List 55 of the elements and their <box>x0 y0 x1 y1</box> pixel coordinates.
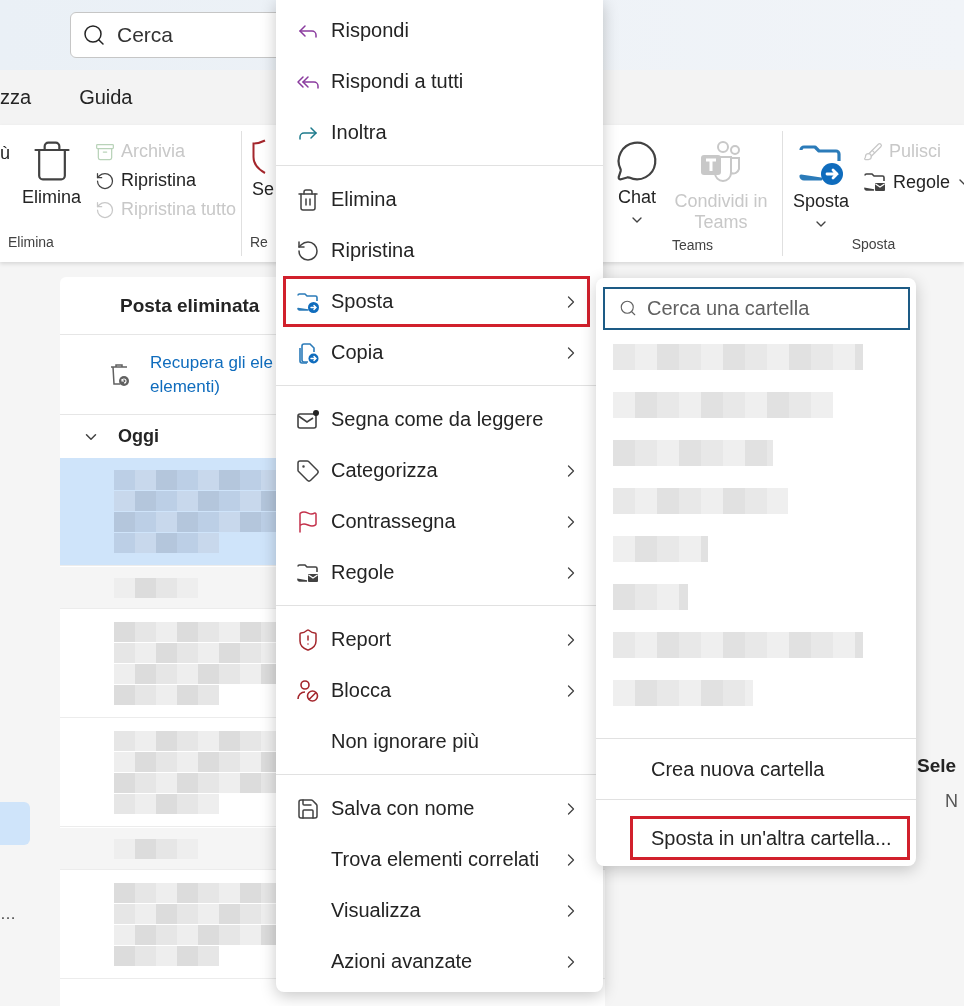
group-label: Sposta <box>850 236 897 254</box>
shield-icon <box>252 139 266 175</box>
menu-item[interactable]: Contrassegna <box>276 496 596 547</box>
archive-icon <box>95 141 116 162</box>
menu-item[interactable]: Sposta <box>283 276 590 327</box>
toolbar-button[interactable]: Regole <box>861 168 964 196</box>
ribbon-tab[interactable]: Guida <box>79 86 133 109</box>
trash-icon <box>296 187 320 212</box>
reading-pane-title: Sele <box>917 755 958 777</box>
ribbon-tab[interactable]: zza <box>0 86 32 109</box>
toolbar-button[interactable]: Se <box>250 135 277 234</box>
menu-item[interactable]: Trova elementi correlati <box>276 834 596 885</box>
recover-link[interactable]: Recupera gli ele elementi) <box>150 350 273 399</box>
recover-trash-icon <box>108 361 132 388</box>
toolbar-label: ù <box>0 143 10 165</box>
toolbar-button[interactable]: Ripristina <box>93 168 239 193</box>
toolbar-button[interactable]: Sposta <box>791 135 852 236</box>
menu-item[interactable]: Inoltra <box>276 107 596 158</box>
group-label: Teams <box>670 237 715 255</box>
folder-search-field[interactable]: Cerca una cartella <box>603 287 910 330</box>
menu-item[interactable]: Categorizza <box>276 445 596 496</box>
save-icon <box>296 796 320 821</box>
tag-icon <box>296 458 320 483</box>
restore-icon <box>95 199 116 220</box>
group-label: Elimina <box>7 234 55 252</box>
mail-unread-icon <box>296 407 320 432</box>
reading-pane-text: N <box>944 791 959 812</box>
flag-icon <box>296 509 320 534</box>
toolbar-button[interactable]: Elimina <box>20 135 84 234</box>
menu-item[interactable]: Blocca <box>276 665 596 716</box>
group-label: Oggi <box>118 426 159 447</box>
toolbar-button[interactable]: Chat <box>613 135 661 237</box>
menu-item[interactable]: Rispondi a tutti <box>276 56 596 107</box>
menu-item[interactable]: Regole <box>276 547 596 598</box>
menu-item[interactable]: Azioni avanzate <box>276 936 596 987</box>
menu-item[interactable]: Segna come da leggere <box>276 394 596 445</box>
restore-icon <box>95 170 116 191</box>
menu-item[interactable]: Salva con nome <box>276 783 596 834</box>
menu-item[interactable]: Non ignorare più <box>276 716 596 767</box>
group-label: Re <box>249 234 269 252</box>
folder-mail-icon <box>863 170 888 194</box>
menu-item[interactable]: Ripristina <box>276 225 596 276</box>
search-icon <box>619 299 637 317</box>
block-person-icon <box>296 678 320 703</box>
shield-alert-icon <box>296 627 320 652</box>
chat-bubble-icon <box>615 139 659 183</box>
search-icon <box>82 23 106 47</box>
restore-icon <box>296 238 320 263</box>
menu-item[interactable]: Visualizza <box>276 885 596 936</box>
menu-item[interactable]: Sposta in un'altra cartella... <box>630 816 910 860</box>
copy-arrow-icon <box>296 340 320 365</box>
menu-item[interactable]: Report <box>276 614 596 665</box>
more-label: … <box>0 905 17 923</box>
menu-item[interactable]: Crea nuova cartella <box>596 739 916 799</box>
menu-item[interactable]: Elimina <box>276 174 596 225</box>
